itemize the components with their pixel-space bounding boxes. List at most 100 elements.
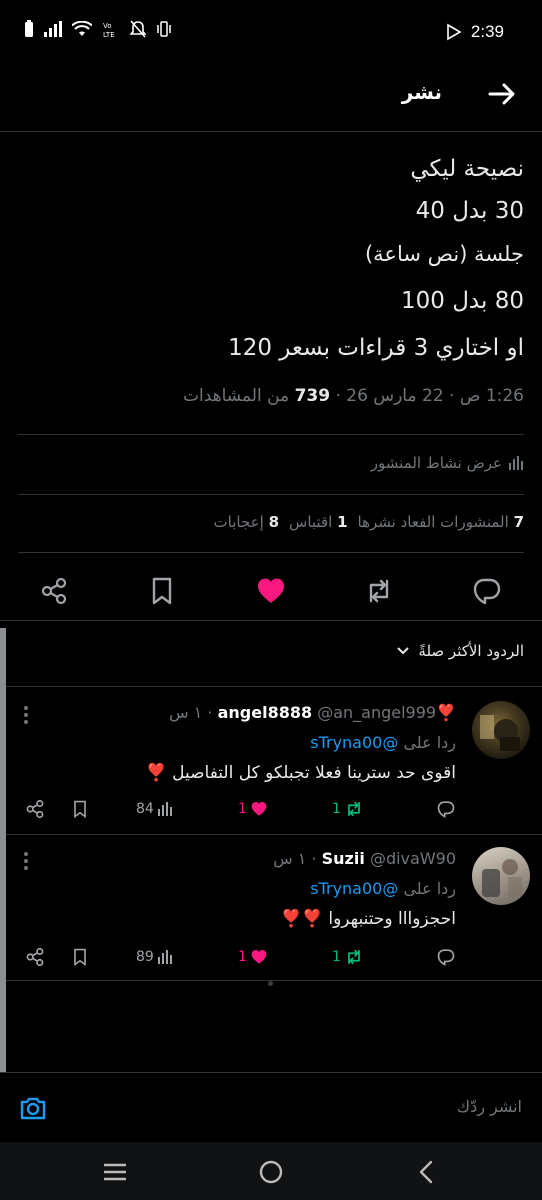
reply-item[interactable]: ❣️ angel8888 @an_angel999 · ١ س ردا على @… [6,687,542,835]
reply-to-line: ردا على @sTryna00 [310,733,456,752]
post-views-label: من المشاهدات [183,386,290,406]
likes-count: 1 [238,949,247,965]
likes-stat[interactable]: 8 إعجابات [214,513,279,531]
reply-bookmark-button[interactable] [70,943,90,971]
mute-icon [130,20,146,38]
avatar[interactable] [472,701,530,759]
reply-like-button[interactable]: 1 [238,795,268,823]
more-options-icon[interactable] [22,851,30,871]
wifi-icon [72,21,92,36]
reply-to-line: ردا على @sTryna00 [310,879,456,898]
status-icons-left: Vo LTE [24,20,172,38]
likes-label: إعجابات [213,513,264,531]
camera-icon[interactable] [18,1093,48,1123]
reply-author-handle[interactable]: @divaW90 [370,849,456,868]
divider [0,620,542,621]
post-text-line: او اختاري 3 قراءات بسعر 120 [228,335,524,361]
reposts-count: 7 [513,513,524,531]
more-options-icon[interactable] [22,705,30,725]
reply-input-placeholder[interactable]: انشر ردّك [457,1097,522,1116]
bookmark-icon [74,948,86,967]
repost-icon[interactable] [363,575,395,607]
reposts-label: المنشورات الفعاد نشرها [357,513,509,531]
reply-to-mention[interactable]: @sTryna00 [310,733,398,752]
like-filled-icon [251,801,267,816]
recent-apps-icon[interactable] [101,1158,129,1186]
share-icon [26,799,44,819]
sort-label: الردود الأكثر صلةً [418,642,524,660]
reposts-stat[interactable]: 7 المنشورات الفعاد نشرها [358,513,524,531]
like-filled-icon[interactable] [255,575,287,607]
avatar[interactable] [472,847,530,905]
post-activity-link[interactable]: عرض نشاط المنشور [371,454,524,472]
compose-reply-bar[interactable]: انشر ردّك [0,1072,542,1142]
reply-author-handle[interactable]: @an_angel999 [317,703,436,722]
repost-icon [348,801,360,817]
svg-text:LTE: LTE [103,31,115,38]
reply-bookmark-button[interactable] [70,795,90,823]
reply-action-bar: 89 1 1 [20,943,460,971]
signal-icon [44,21,62,37]
divider [18,494,524,495]
back-arrow-icon[interactable] [486,78,518,110]
divider [6,980,542,981]
like-filled-icon [251,949,267,964]
reply-item[interactable]: Suzii @divaW90 · ١ س ردا على @sTryna00 ا… [6,835,542,981]
reply-share-button[interactable] [24,795,46,823]
play-store-icon [447,23,462,41]
reply-text: احجزوااا وحتنبهروا ❣️❣️ [280,909,456,929]
reply-views-button[interactable]: 89 [136,943,173,971]
reply-views-button[interactable]: 84 [136,795,173,823]
reply-author-name[interactable]: angel8888 [218,703,313,722]
quotes-count: 1 [337,513,348,531]
reply-share-button[interactable] [24,943,46,971]
avatar-image-icon [482,859,522,897]
reply-icon [437,801,455,818]
post-stats: 7 المنشورات الفعاد نشرها 1 اقتباس 8 إعجا… [214,513,524,531]
home-icon[interactable] [257,1158,285,1186]
back-icon[interactable] [413,1158,441,1186]
reply-header: ❣️ angel8888 @an_angel999 · ١ س [169,703,456,722]
vibrate-icon [157,21,171,37]
analytics-icon [157,802,172,816]
header-divider [0,131,542,132]
page-title: نشر [401,80,442,104]
reply-reply-button[interactable] [436,795,456,823]
reply-to-label: ردا على [403,733,456,752]
share-icon[interactable] [38,575,70,607]
likes-count: 1 [238,801,247,817]
divider [18,552,524,553]
post-text-line: نصيحة ليكي [410,156,524,182]
reply-time: · ١ س [273,849,317,868]
quotes-label: اقتباس [289,513,333,531]
reply-to-mention[interactable]: @sTryna00 [310,879,398,898]
reply-like-button[interactable]: 1 [238,943,268,971]
top-header: نشر [0,64,542,130]
bookmark-icon[interactable] [146,575,178,607]
post-activity-label: عرض نشاط المنشور [370,454,502,472]
reposts-count: 1 [332,949,341,965]
post-text-line: جلسة (نص ساعة) [364,242,524,266]
reply-repost-button[interactable]: 1 [332,795,364,823]
reply-repost-button[interactable]: 1 [332,943,364,971]
post-action-bar [0,567,542,611]
post-meta: 1:26 ص · 22 مارس 26 · 739 من المشاهدات [183,386,524,406]
post-views-count: 739 [294,386,331,406]
share-icon [26,947,44,967]
reply-reply-button[interactable] [436,943,456,971]
name-emoji: ❣️ [436,703,456,722]
post-date: 1:26 ص · 22 مارس 26 · [335,386,524,406]
avatar-image-icon [480,715,520,751]
replies-sort-dropdown[interactable]: الردود الأكثر صلةً [396,642,524,660]
reply-icon[interactable] [471,575,503,607]
reply-time: · ١ س [169,703,213,722]
reply-action-bar: 84 1 1 [20,795,460,823]
reply-text: اقوى حد سترينا فعلا تجبلكو كل التفاصيل ❣… [145,763,456,783]
loading-indicator [268,981,273,986]
views-count: 84 [136,801,154,817]
status-bar: Vo LTE 2:39 [0,0,542,64]
system-nav-bar [0,1142,542,1200]
analytics-icon [509,456,523,470]
quotes-stat[interactable]: 1 اقتباس [289,513,348,531]
reply-author-name[interactable]: Suzii [322,849,365,868]
